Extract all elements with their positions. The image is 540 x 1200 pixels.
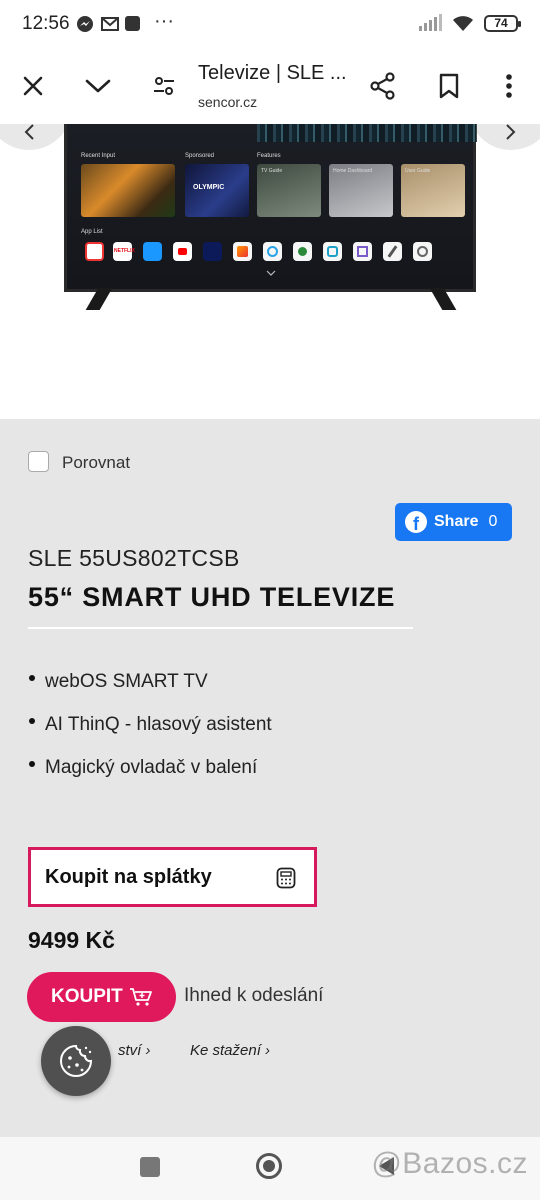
page-url[interactable]: sencor.cz xyxy=(198,94,257,110)
tv-app-browser xyxy=(263,242,282,261)
site-settings-button[interactable] xyxy=(144,66,184,106)
minimize-button[interactable] xyxy=(78,66,118,106)
tv-app-prime-video xyxy=(143,242,162,261)
tv-label-features: Features xyxy=(257,153,281,159)
feature-item: AI ThinQ - hlasový asistent xyxy=(28,714,272,757)
overflow-menu-button[interactable] xyxy=(489,66,529,106)
cart-icon xyxy=(129,988,152,1006)
share-icon xyxy=(370,72,395,100)
status-time: 12:56 xyxy=(22,13,70,34)
cookie-settings-button[interactable] xyxy=(41,1026,111,1096)
bookmark-button[interactable] xyxy=(429,66,469,106)
app-notification-icon xyxy=(125,16,140,31)
parameters-link-label: ství xyxy=(118,1042,142,1059)
compare-label[interactable]: Porovnat xyxy=(62,453,130,473)
battery-level: 74 xyxy=(494,16,508,30)
page-title[interactable]: Televize | SLE ... xyxy=(198,62,347,85)
more-notifications: ··· xyxy=(154,10,174,32)
share-count: 0 xyxy=(488,513,498,530)
watermark: @Bazos.cz xyxy=(371,1147,528,1180)
tv-chevron-down-icon xyxy=(266,270,276,276)
compare-checkbox[interactable] xyxy=(28,451,49,472)
product-model: SLE 55US802TCSB xyxy=(28,545,240,571)
messenger-icon xyxy=(77,16,93,32)
headline-divider xyxy=(28,627,413,629)
tv-app-settings xyxy=(413,242,432,261)
custom-tab-toolbar: Televize | SLE ... sencor.cz xyxy=(0,52,540,124)
cookie-icon xyxy=(60,1044,93,1077)
tv-app-disney xyxy=(203,242,222,261)
more-vert-icon xyxy=(506,74,512,98)
tv-screen-pattern xyxy=(257,124,477,142)
tv-card-home-dashboard: Home Dashboard xyxy=(329,164,393,217)
tv-label-sponsored: Sponsored xyxy=(185,153,215,159)
tv-label-recent: Recent Input xyxy=(81,153,116,159)
parameters-link[interactable]: ství › xyxy=(118,1042,151,1059)
feature-item: webOS SMART TV xyxy=(28,671,272,714)
tv-screen: Recent Input Sponsored Features OLYMPIC … xyxy=(67,124,477,289)
gmail-icon xyxy=(101,17,119,31)
feature-list: webOS SMART TV AI ThinQ - hlasový asiste… xyxy=(28,671,272,800)
tv-app-settings-alt xyxy=(323,242,342,261)
home-icon xyxy=(263,1160,275,1172)
home-button[interactable] xyxy=(256,1153,282,1179)
tv-app-netflix: NETFLIX xyxy=(113,242,135,261)
installment-label: Koupit na splátky xyxy=(45,865,212,888)
signal-icon xyxy=(419,14,442,31)
tv-app-youtube xyxy=(173,242,192,261)
tv-card-user-guide: User Guide xyxy=(401,164,465,217)
feature-item: Magický ovladač v balení xyxy=(28,757,272,800)
battery-indicator: 74 xyxy=(484,14,521,32)
tv-card-tv-guide-label: TV Guide xyxy=(261,168,283,174)
bookmark-icon xyxy=(439,73,459,99)
status-bar: 12:56 ··· 74 xyxy=(0,0,540,52)
share-page-button[interactable] xyxy=(363,66,403,106)
product-gallery: Recent Input Sponsored Features OLYMPIC … xyxy=(0,124,540,419)
installment-button[interactable]: Koupit na splátky xyxy=(28,847,317,907)
calculator-icon xyxy=(276,867,296,889)
tv-app-edit xyxy=(383,242,402,261)
wifi-icon xyxy=(453,16,473,31)
tv-app-apps xyxy=(85,242,104,261)
gallery-next-button[interactable] xyxy=(468,124,540,150)
downloads-link[interactable]: Ke stažení › xyxy=(190,1042,270,1059)
chevron-down-icon xyxy=(85,79,111,93)
tune-icon xyxy=(154,77,174,95)
product-price: 9499 Kč xyxy=(28,927,115,953)
recents-button[interactable] xyxy=(140,1157,160,1177)
stock-status: Ihned k odeslání xyxy=(184,985,324,1006)
tv-app-gallery xyxy=(233,242,252,261)
tv-app-screen-share xyxy=(353,242,372,261)
facebook-icon: f xyxy=(405,511,427,533)
tv-card-tv-guide: TV Guide xyxy=(257,164,321,217)
facebook-share-button[interactable]: f Share 0 xyxy=(395,503,512,541)
close-icon xyxy=(23,76,43,96)
tv-card-home-dashboard-label: Home Dashboard xyxy=(333,168,373,174)
buy-label: KOUPIT xyxy=(51,986,123,1007)
tv-app-sports xyxy=(293,242,312,261)
chevron-right-icon xyxy=(506,124,516,140)
tv-card-recent-input xyxy=(81,164,175,217)
share-label: Share xyxy=(434,513,479,530)
buy-button[interactable]: KOUPIT xyxy=(27,972,176,1022)
close-button[interactable] xyxy=(13,66,53,106)
tv-card-user-guide-label: User Guide xyxy=(405,168,431,174)
tv-label-app-list: App List xyxy=(81,229,103,235)
tv-card-sponsored: OLYMPIC xyxy=(185,164,249,217)
gallery-prev-button[interactable] xyxy=(0,124,72,150)
downloads-link-label: Ke stažení xyxy=(190,1042,261,1059)
product-image-tv[interactable]: Recent Input Sponsored Features OLYMPIC … xyxy=(64,124,477,292)
chevron-left-icon xyxy=(24,124,34,140)
product-headline: 55“ SMART UHD TELEVIZE xyxy=(28,582,396,612)
system-navigation-bar: @Bazos.cz xyxy=(0,1137,540,1200)
